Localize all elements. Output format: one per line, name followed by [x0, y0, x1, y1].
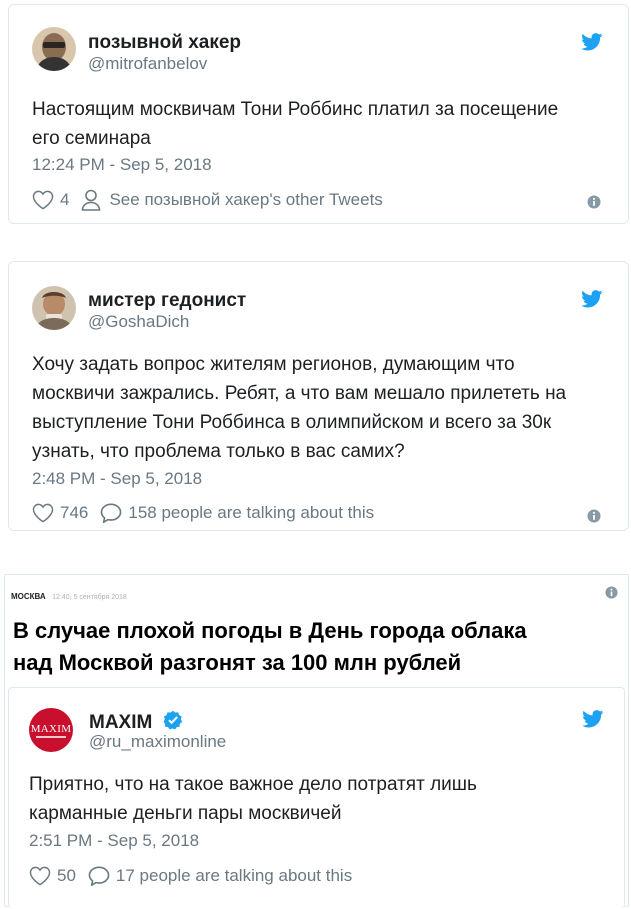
tweet-text-line: Приятно, что на такое важное дело потрат… — [29, 774, 477, 795]
article-date: 12:40, 5 сентября 2018 — [52, 594, 127, 601]
tweet-timestamp[interactable]: 2:51 PM - Sep 5, 2018 — [29, 831, 199, 851]
avatar[interactable]: MAXIM — [29, 708, 73, 752]
author-name-text: MAXIM — [89, 712, 153, 733]
tweet-text: Настоящим москвичам Тони Роббинс платил … — [32, 95, 617, 153]
tweet-text-line: Настоящим москвичам Тони Роббинс платил … — [32, 99, 559, 120]
article-headline[interactable]: В случае плохой погоды в День города обл… — [13, 615, 625, 679]
tweet-timestamp[interactable]: 2:48 PM - Sep 5, 2018 — [32, 469, 202, 489]
author-handle[interactable]: @mitrofanbelov — [88, 54, 207, 74]
tweet-text-line: узнать, что проблема только в вас самих? — [32, 441, 405, 462]
twitter-bird-icon[interactable] — [581, 290, 603, 308]
logo-divider — [36, 735, 66, 738]
tweet-actions: 4 See позывной хакер's other Tweets — [32, 189, 383, 211]
heart-icon[interactable] — [32, 503, 54, 523]
author-handle[interactable]: @GoshaDich — [88, 312, 189, 332]
maxim-logo-text: MAXIM — [30, 722, 72, 735]
twitter-bird-icon[interactable] — [581, 33, 603, 51]
tweet-text-line: карманные деньги пары москвичей — [29, 803, 342, 824]
avatar[interactable] — [32, 286, 76, 330]
conversation-link[interactable]: 158 people are talking about this — [128, 503, 374, 523]
like-count[interactable]: 746 — [60, 503, 88, 523]
author-name[interactable]: мистер гедонист — [88, 290, 246, 312]
avatar[interactable] — [32, 27, 76, 71]
tweet-actions: 50 17 people are talking about this — [29, 866, 352, 886]
speech-bubble-icon[interactable] — [100, 503, 122, 523]
tweet-timestamp[interactable]: 12:24 PM - Sep 5, 2018 — [32, 155, 212, 175]
article-meta: МОСКВА 12:40, 5 сентября 2018 — [11, 586, 127, 604]
tweet-actions: 746 158 people are talking about this — [32, 503, 374, 523]
twitter-bird-icon[interactable] — [582, 710, 604, 728]
tweet-card-2[interactable]: мистер гедонист @GoshaDich Хочу задать в… — [8, 261, 629, 531]
conversation-link[interactable]: 17 people are talking about this — [116, 866, 352, 886]
info-icon[interactable] — [587, 195, 601, 209]
tweet-card-3[interactable]: MAXIM MAXIM @ru_maximonline Приятно, что… — [8, 687, 625, 908]
like-count[interactable]: 50 — [57, 866, 76, 886]
headline-line: В случае плохой погоды в День города обл… — [13, 618, 527, 643]
person-icon[interactable] — [81, 189, 101, 211]
like-count[interactable]: 4 — [60, 190, 69, 210]
heart-icon[interactable] — [32, 190, 54, 210]
tweet-text-line: его семинара — [32, 128, 151, 149]
speech-bubble-icon[interactable] — [88, 866, 110, 886]
tweet-text: Приятно, что на такое важное дело потрат… — [29, 770, 614, 828]
info-icon[interactable] — [587, 509, 601, 523]
author-handle[interactable]: @ru_maximonline — [89, 732, 226, 752]
other-tweets-link[interactable]: See позывной хакер's other Tweets — [109, 190, 382, 210]
article-card: МОСКВА 12:40, 5 сентября 2018 В случае п… — [4, 574, 629, 908]
author-name[interactable]: MAXIM — [89, 710, 183, 734]
tweet-text-line: москвичи зажрались. Ребят, а что вам меш… — [32, 383, 567, 404]
verified-badge-icon — [163, 710, 183, 730]
tweet-text-line: выступление Тони Роббинса в олимпийском … — [32, 412, 552, 433]
headline-line: над Москвой разгонят за 100 млн рублей — [13, 650, 462, 675]
author-name[interactable]: позывной хакер — [88, 32, 241, 54]
tweet-text-line: Хочу задать вопрос жителям регионов, дум… — [32, 354, 515, 375]
tweet-text: Хочу задать вопрос жителям регионов, дум… — [32, 350, 617, 466]
heart-icon[interactable] — [29, 866, 51, 886]
article-category[interactable]: МОСКВА — [11, 592, 46, 601]
info-icon[interactable] — [605, 586, 618, 599]
tweet-card-1[interactable]: позывной хакер @mitrofanbelov Настоящим … — [8, 4, 629, 224]
